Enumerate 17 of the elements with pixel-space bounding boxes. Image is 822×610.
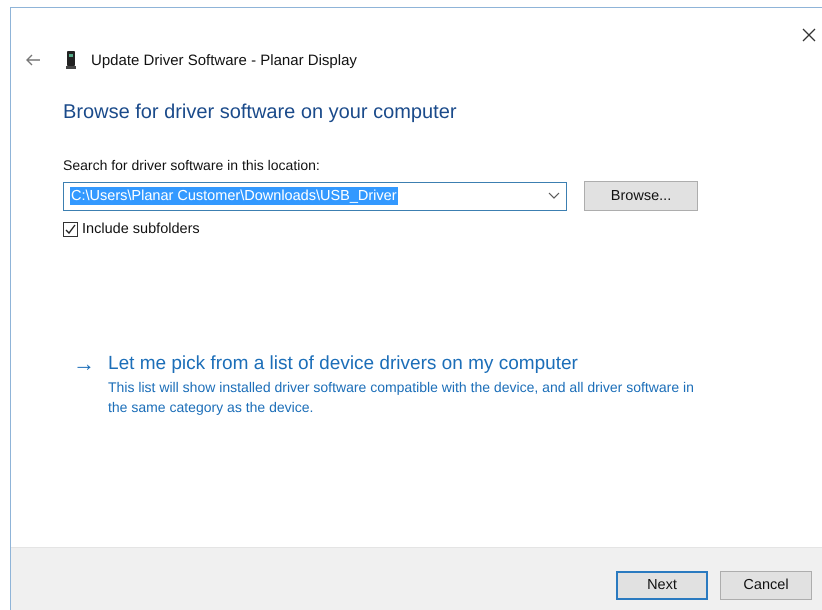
include-subfolders-label: Include subfolders [82, 221, 200, 237]
include-subfolders-checkbox[interactable] [63, 222, 78, 236]
close-icon [802, 28, 816, 42]
pick-driver-link[interactable]: Let me pick from a list of device drivers on my computer [108, 353, 578, 374]
device-icon [66, 51, 76, 69]
dialog-button[interactable]: Cancel [720, 570, 812, 600]
window-title: Update Driver Software - Planar Display [91, 52, 357, 68]
browse-button[interactable]: Browse... [584, 181, 698, 211]
dialog-button[interactable]: Next [616, 570, 708, 600]
dropdown-caret-icon [548, 192, 560, 200]
location-label: Search for driver software in this location: [63, 157, 321, 173]
back-arrow-icon [25, 54, 41, 66]
page-heading: Browse for driver software on your computer [63, 101, 458, 124]
close-button[interactable] [800, 26, 818, 44]
location-path: C:\Users\Planar Customer\Downloads\USB_Driver [70, 187, 398, 205]
pick-driver-description: This list will show installed driver software compatible with the device, and all driver software in the same category as the device. [108, 378, 695, 417]
arrow-glyph: → [73, 352, 96, 378]
